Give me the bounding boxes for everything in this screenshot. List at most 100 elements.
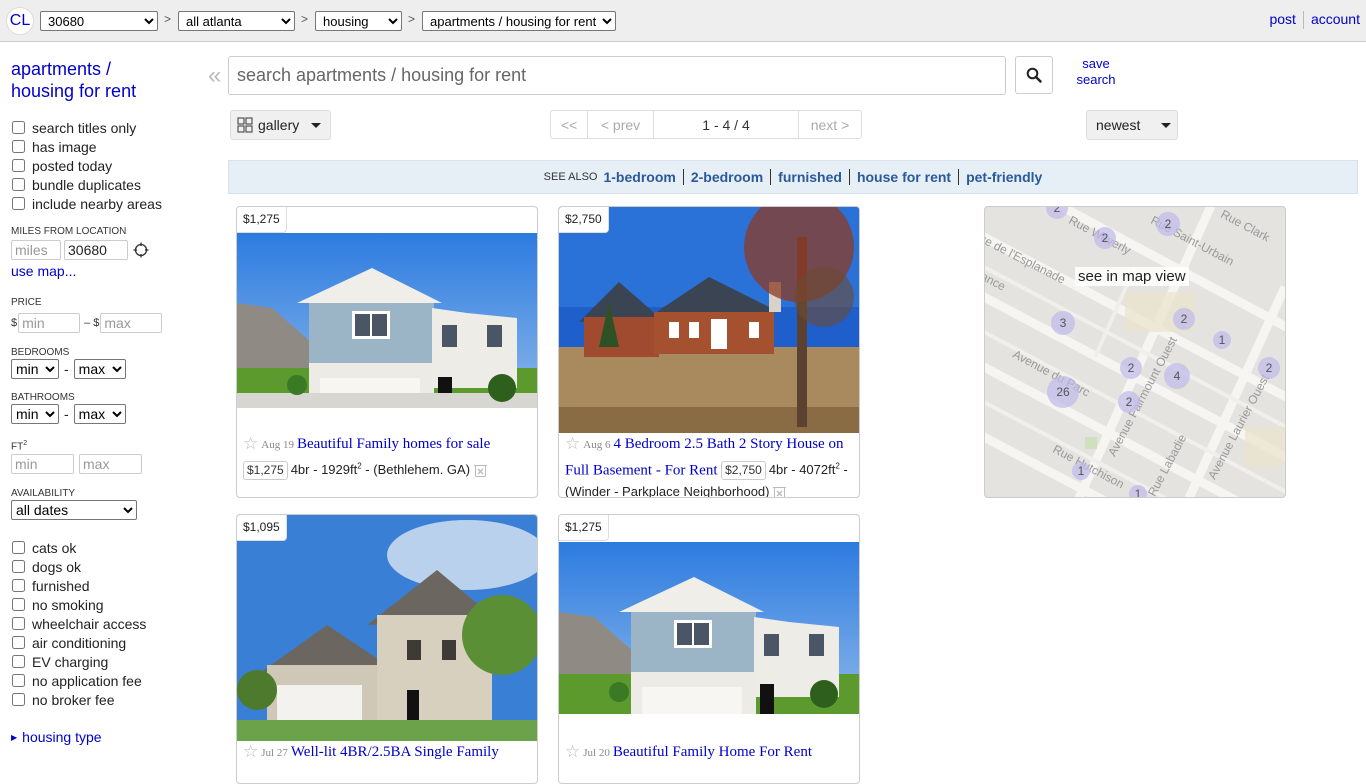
first-page-button[interactable]: << bbox=[551, 111, 588, 138]
filter-checkbox[interactable] bbox=[12, 655, 25, 669]
filter-label: search titles only bbox=[32, 119, 137, 136]
filter-checkbox-row[interactable]: search titles only bbox=[11, 118, 196, 137]
bedrooms-min-select[interactable]: min bbox=[11, 359, 59, 379]
hide-listing-icon[interactable] bbox=[773, 484, 787, 497]
favorite-star-icon[interactable]: ☆ bbox=[565, 742, 580, 761]
listing-photo[interactable] bbox=[237, 233, 537, 408]
subcategory-select[interactable]: apartments / housing for rent bbox=[422, 11, 616, 31]
see-also-link[interactable]: 1-bedroom bbox=[603, 169, 675, 185]
zip-input[interactable] bbox=[64, 240, 128, 260]
subarea-select[interactable]: all atlanta bbox=[178, 11, 295, 31]
miles-input[interactable] bbox=[11, 240, 61, 260]
see-also-link[interactable]: pet-friendly bbox=[966, 169, 1042, 185]
filter-checkbox-row[interactable]: include nearby areas bbox=[11, 194, 196, 213]
favorite-star-icon[interactable]: ☆ bbox=[243, 434, 258, 453]
see-in-map-view-link[interactable]: see in map view bbox=[1075, 267, 1189, 286]
save-search-link[interactable]: save search bbox=[1076, 56, 1116, 88]
next-page-button[interactable]: next > bbox=[799, 111, 861, 138]
category-select[interactable]: housing bbox=[315, 11, 402, 31]
see-also-link[interactable]: house for rent bbox=[857, 169, 951, 185]
map-cluster[interactable]: 2 bbox=[1173, 308, 1195, 330]
filter-checkbox[interactable] bbox=[12, 617, 25, 631]
map-cluster[interactable]: 2 bbox=[1156, 212, 1180, 236]
listing-photo[interactable] bbox=[237, 515, 537, 741]
map-cluster[interactable]: 4 bbox=[1164, 363, 1190, 389]
listing-title[interactable]: Well-lit 4BR/2.5BA Single Family bbox=[291, 744, 499, 760]
listing-photo[interactable] bbox=[559, 542, 859, 714]
listing-title[interactable]: Beautiful Family Home For Rent bbox=[613, 744, 812, 760]
map-preview[interactable]: ue de l'Esplanade Rue Waverly Rue Saint-… bbox=[984, 206, 1286, 498]
map-cluster[interactable]: 2 bbox=[1118, 391, 1140, 413]
locate-icon[interactable] bbox=[133, 242, 149, 258]
filter-checkbox-row[interactable]: no application fee bbox=[11, 671, 196, 690]
filter-checkbox-row[interactable]: furnished bbox=[11, 576, 196, 595]
filter-checkbox-row[interactable]: wheelchair access bbox=[11, 614, 196, 633]
filter-checkbox[interactable] bbox=[12, 693, 25, 707]
search-button[interactable] bbox=[1015, 56, 1053, 94]
view-mode-button[interactable]: gallery bbox=[230, 110, 331, 140]
price-min-input[interactable] bbox=[18, 313, 81, 333]
filter-checkbox[interactable] bbox=[12, 560, 25, 574]
filter-checkbox[interactable] bbox=[12, 140, 25, 153]
search-input[interactable] bbox=[228, 56, 1006, 95]
hide-listing-icon[interactable] bbox=[474, 462, 488, 478]
filter-checkbox-row[interactable]: air conditioning bbox=[11, 633, 196, 652]
map-cluster[interactable]: 3 bbox=[1051, 311, 1075, 335]
listing-card[interactable]: $2,750 ☆ Aug 64 Bedroom 2.5 Bath 2 Story … bbox=[558, 206, 860, 498]
filter-checkbox-row[interactable]: has image bbox=[11, 137, 196, 156]
account-link[interactable]: account bbox=[1311, 11, 1360, 27]
availability-select[interactable]: all dates bbox=[11, 500, 137, 521]
price-max-input[interactable] bbox=[100, 313, 163, 333]
filter-checkbox-row[interactable]: posted today bbox=[11, 156, 196, 175]
bathrooms-max-select[interactable]: max bbox=[73, 404, 126, 424]
sort-button[interactable]: newest bbox=[1086, 110, 1178, 140]
filter-checkbox-row[interactable]: dogs ok bbox=[11, 557, 196, 576]
favorite-star-icon[interactable]: ☆ bbox=[243, 742, 258, 761]
use-map-link[interactable]: use map... bbox=[11, 263, 196, 279]
filter-checkbox[interactable] bbox=[12, 178, 25, 191]
bathrooms-min-select[interactable]: min bbox=[11, 404, 59, 424]
see-also-link[interactable]: furnished bbox=[778, 169, 842, 185]
map-cluster[interactable]: 1 bbox=[1129, 485, 1147, 497]
map-cluster[interactable]: 26 bbox=[1047, 376, 1079, 408]
craigslist-logo[interactable]: CL bbox=[6, 7, 34, 35]
map-cluster[interactable]: 2 bbox=[1258, 357, 1280, 379]
listing-photo[interactable] bbox=[559, 207, 859, 433]
filter-checkbox[interactable] bbox=[12, 636, 25, 650]
filter-checkbox[interactable] bbox=[12, 541, 25, 555]
filter-checkbox-row[interactable]: no smoking bbox=[11, 595, 196, 614]
sqft-max-input[interactable] bbox=[79, 454, 142, 475]
divider bbox=[770, 169, 772, 185]
filter-checkbox[interactable] bbox=[12, 579, 25, 593]
filter-checkbox-row[interactable]: EV charging bbox=[11, 652, 196, 671]
listing-card[interactable]: $1,095 ☆ Jul 27 Well-lit 4BR/2.5BA Single … bbox=[236, 514, 538, 784]
housing-type-toggle[interactable]: ▶ housing type bbox=[11, 729, 196, 745]
filter-checkbox[interactable] bbox=[12, 674, 25, 688]
sqft-min-input[interactable] bbox=[11, 454, 74, 475]
map-cluster[interactable]: 2 bbox=[1094, 227, 1116, 249]
post-link[interactable]: post bbox=[1269, 11, 1295, 27]
filter-checkbox-row[interactable]: bundle duplicates bbox=[11, 175, 196, 194]
filter-checkbox-row[interactable]: cats ok bbox=[11, 538, 196, 557]
filter-checkbox[interactable] bbox=[12, 598, 25, 612]
filter-checkbox-row[interactable]: no broker fee bbox=[11, 690, 196, 709]
sort-label: newest bbox=[1096, 117, 1141, 133]
bedrooms-max-select[interactable]: max bbox=[73, 359, 126, 379]
map-cluster[interactable]: 1 bbox=[1213, 331, 1231, 349]
map-cluster[interactable]: 2 bbox=[1120, 357, 1142, 379]
category-title[interactable]: apartments / housing for rent bbox=[11, 58, 151, 102]
prev-page-button[interactable]: < prev bbox=[588, 111, 654, 138]
map-cluster[interactable]: 1 bbox=[1072, 462, 1090, 480]
housing-type-link[interactable]: housing type bbox=[22, 729, 101, 745]
collapse-sidebar-icon[interactable]: « bbox=[208, 62, 221, 90]
location: (Winder - Parkplace Neighborhood) bbox=[565, 484, 770, 498]
filter-checkbox[interactable] bbox=[12, 197, 25, 210]
favorite-star-icon[interactable]: ☆ bbox=[565, 434, 580, 453]
listing-card[interactable]: $1,275 ☆ Aug 19 Beautiful Family homes for… bbox=[236, 206, 538, 498]
see-also-link[interactable]: 2-bedroom bbox=[691, 169, 763, 185]
filter-checkbox[interactable] bbox=[12, 121, 25, 134]
filter-checkbox[interactable] bbox=[12, 159, 25, 172]
listing-card[interactable]: $1,275 ☆ Jul 20 Beautiful Family Home For … bbox=[558, 514, 860, 784]
area-select[interactable]: 30680 bbox=[40, 11, 158, 31]
listing-title[interactable]: Beautiful Family homes for sale bbox=[297, 436, 490, 452]
